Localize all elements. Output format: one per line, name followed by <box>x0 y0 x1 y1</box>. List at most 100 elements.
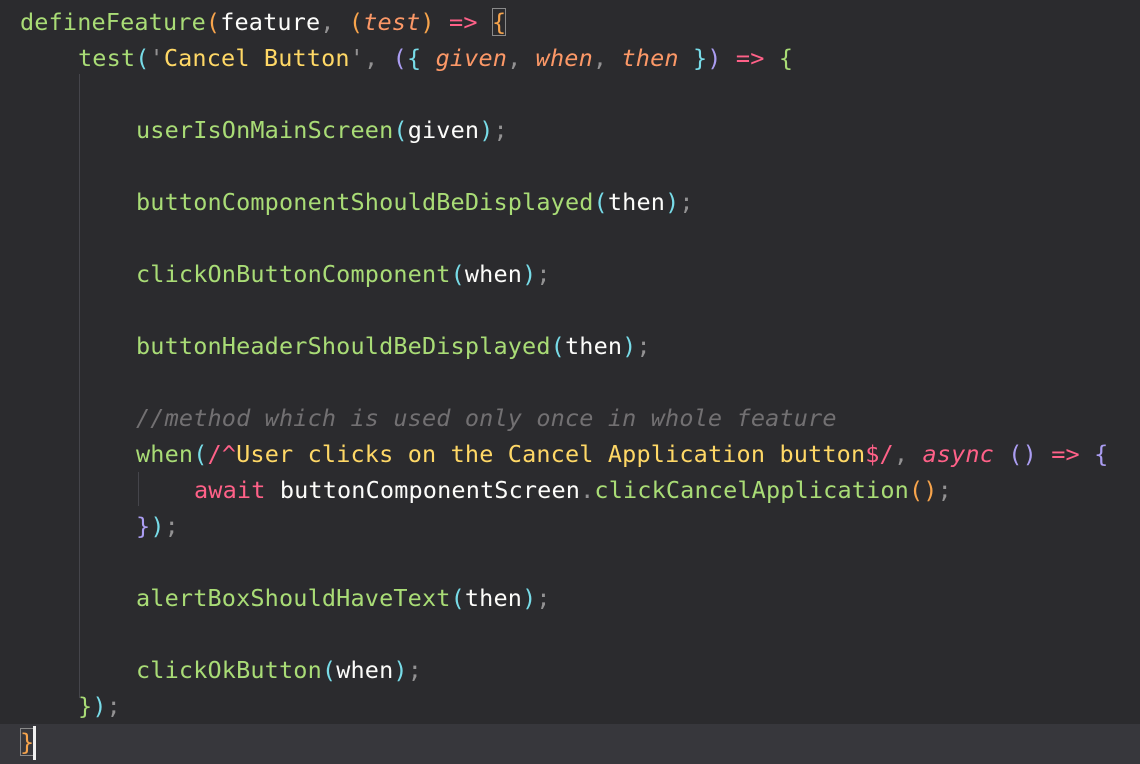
code-token: buttonComponentShouldBeDisplayed <box>136 188 594 216</box>
code-token: ; <box>937 476 952 504</box>
code-token: ) <box>707 44 722 72</box>
current-line-highlight <box>0 724 1140 764</box>
code-token: => <box>735 44 765 72</box>
code-token: ; <box>407 656 423 684</box>
code-token: feature <box>220 8 321 36</box>
code-line: }); <box>136 508 179 544</box>
code-line: }); <box>78 688 121 724</box>
code-token: when <box>464 260 523 288</box>
code-line: await buttonComponentScreen.clickCancelA… <box>194 472 952 508</box>
code-token: ) <box>150 512 165 540</box>
code-token: ; <box>536 260 551 288</box>
code-editor[interactable]: defineFeature(feature, (test) => {test('… <box>0 0 1140 764</box>
code-token: when <box>336 656 394 684</box>
code-token: async <box>922 440 994 468</box>
code-token: ( <box>393 116 408 144</box>
code-line: alertBoxShouldHaveText(then); <box>136 580 551 616</box>
code-token: ) <box>92 692 107 720</box>
code-token: buttonComponentScreen <box>279 476 581 504</box>
code-token: , <box>893 440 923 468</box>
code-token: ) <box>622 332 637 360</box>
code-line: when(/^User clicks on the Cancel Applica… <box>136 436 1108 472</box>
code-token: Cancel Button <box>163 44 350 72</box>
code-token: ( <box>550 332 565 360</box>
code-token: ; <box>636 332 651 360</box>
code-token: when <box>535 44 593 72</box>
code-token: alertBoxShouldHaveText <box>136 584 451 612</box>
code-token: ( <box>135 44 150 72</box>
code-token: ) <box>522 260 537 288</box>
code-line: clickOnButtonComponent(when); <box>136 256 551 292</box>
code-token: ; <box>493 116 508 144</box>
code-token: ( <box>392 44 407 72</box>
code-token: given <box>407 116 480 144</box>
code-token: } <box>678 44 708 72</box>
code-line: buttonHeaderShouldBeDisplayed(then); <box>136 328 651 364</box>
code-token: test <box>363 8 421 36</box>
code-token: , <box>320 8 349 36</box>
code-token: User clicks on the Cancel Application bu… <box>236 440 866 468</box>
code-token: ) <box>665 188 680 216</box>
code-token: ' <box>349 44 365 72</box>
code-token: defineFeature <box>20 8 206 36</box>
code-token: ( <box>450 584 465 612</box>
code-line: test('Cancel Button', ({ given, when, th… <box>78 40 793 76</box>
code-token: await <box>194 476 266 504</box>
code-token: . <box>580 476 595 504</box>
code-token: } <box>136 512 151 540</box>
code-token: , <box>364 44 393 72</box>
code-token: ( <box>593 188 608 216</box>
code-token: () <box>1008 440 1037 468</box>
text-cursor <box>33 726 36 760</box>
code-token: { <box>778 44 794 72</box>
code-token: given <box>435 44 508 72</box>
code-token: $/ <box>865 440 894 468</box>
code-token: ) <box>479 116 494 144</box>
code-line: clickOkButton(when); <box>136 652 422 688</box>
code-token: then <box>464 584 523 612</box>
code-token: , <box>592 44 622 72</box>
indent-guide <box>79 74 80 698</box>
code-token: ( <box>205 8 221 36</box>
code-token: //method which is used only once in whol… <box>136 404 837 432</box>
code-token: ( <box>321 656 337 684</box>
code-token: ' <box>149 44 164 72</box>
code-token: when <box>136 440 194 468</box>
code-token: ) <box>393 656 408 684</box>
code-token: clickOkButton <box>136 656 322 684</box>
code-token: test <box>78 44 136 72</box>
code-token: ( <box>450 260 465 288</box>
code-token: ; <box>679 188 694 216</box>
indent-guide <box>138 472 139 506</box>
code-token: ; <box>536 584 551 612</box>
code-token: , <box>507 44 536 72</box>
code-token: buttonHeaderShouldBeDisplayed <box>136 332 551 360</box>
code-token: { <box>406 44 436 72</box>
code-token: ) <box>420 8 435 36</box>
code-line: defineFeature(feature, (test) => { <box>20 4 507 40</box>
code-token: then <box>564 332 623 360</box>
code-token: { <box>491 8 507 36</box>
code-token: then <box>621 44 679 72</box>
code-token: clickOnButtonComponent <box>136 260 451 288</box>
code-token: ( <box>193 440 208 468</box>
code-token: => <box>1051 440 1080 468</box>
code-token: ) <box>522 584 537 612</box>
code-token: then <box>607 188 666 216</box>
code-line: userIsOnMainScreen(given); <box>136 112 508 148</box>
code-line: //method which is used only once in whol… <box>136 400 837 436</box>
code-token: () <box>908 476 938 504</box>
code-token: userIsOnMainScreen <box>136 116 394 144</box>
code-token: ( <box>348 8 364 36</box>
code-token: ; <box>164 512 179 540</box>
code-token: { <box>1094 440 1109 468</box>
code-line: buttonComponentShouldBeDisplayed(then); <box>136 184 694 220</box>
